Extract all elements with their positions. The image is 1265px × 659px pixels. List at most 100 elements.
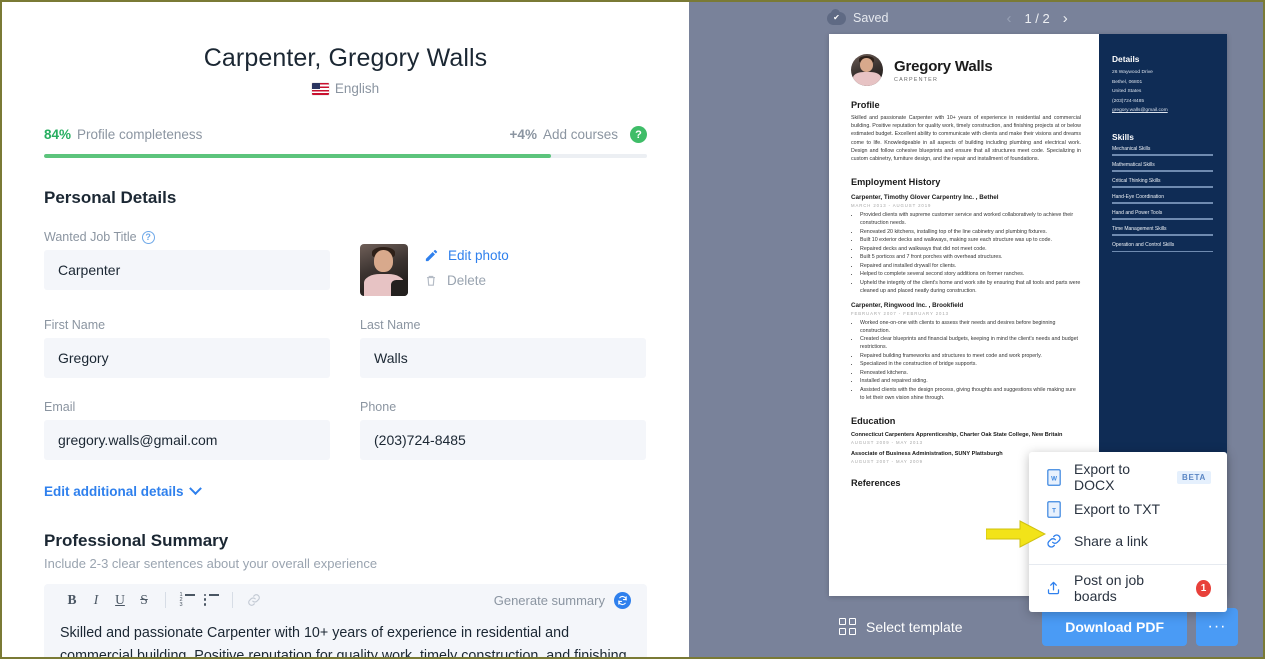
add-courses-link[interactable]: Add courses: [543, 127, 618, 142]
select-template-label: Select template: [866, 618, 963, 635]
menu-item-export-txt[interactable]: T Export to TXT: [1029, 493, 1227, 525]
refresh-icon[interactable]: [614, 591, 631, 609]
help-icon[interactable]: ?: [630, 126, 647, 143]
detail-line: (203)724-8485: [1112, 98, 1145, 104]
skill-item: Critical Thinking Skills: [1112, 178, 1213, 188]
delete-photo-button[interactable]: Delete: [424, 273, 509, 288]
education-entry: Connecticut Carpenters Apprenticeship, C…: [851, 432, 1081, 445]
skill-bar: [1112, 170, 1213, 172]
skill-name: Hand and Power Tools: [1112, 209, 1163, 216]
education-title: Connecticut Carpenters Apprenticeship, C…: [851, 431, 1063, 438]
notification-badge: 1: [1196, 579, 1211, 597]
resume-editor-panel: Carpenter, Gregory Walls English 84% Pro…: [2, 2, 689, 657]
annotation-arrow: [985, 520, 1047, 553]
insert-link-button[interactable]: [242, 588, 266, 612]
job-bullet: Assisted clients with the design process…: [860, 386, 1081, 402]
completeness-label: Profile completeness: [77, 127, 203, 142]
app-window: Carpenter, Gregory Walls English 84% Pro…: [0, 0, 1265, 659]
job-bullet: Built 10 exterior decks and walkways, ma…: [860, 236, 1081, 244]
us-flag-icon: [311, 82, 329, 95]
job-title-help-icon[interactable]: ?: [141, 230, 155, 244]
cloud-check-icon: ✔: [827, 8, 846, 25]
resume-role: CARPENTER: [894, 76, 939, 83]
personal-details-heading: Personal Details: [44, 188, 177, 207]
wanted-job-title-input[interactable]: Carpenter: [44, 250, 330, 290]
pencil-icon: [425, 249, 438, 262]
yellow-arrow-icon: [985, 520, 1047, 548]
edit-photo-button[interactable]: Edit photo: [424, 248, 509, 263]
job-bullet: Worked one-on-one with clients to assess…: [860, 319, 1081, 335]
skill-bar: [1112, 234, 1213, 237]
resume-body: Gregory Walls CARPENTER Profile Skilled …: [829, 34, 1099, 492]
job-bullet: Provided clients with supreme customer s…: [860, 211, 1081, 227]
menu-label: Export to TXT: [1074, 501, 1161, 517]
bullet-list-icon: [203, 593, 219, 606]
italic-button[interactable]: I: [84, 588, 108, 612]
bold-button[interactable]: B: [60, 588, 84, 612]
trash-icon: [426, 275, 436, 286]
job-bullet: Repaired decks and walkways that did not…: [860, 245, 1081, 253]
job-bullets: Worked one-on-one with clients to assess…: [851, 319, 1081, 402]
svg-text:T: T: [1052, 507, 1056, 514]
upload-icon: [1045, 580, 1062, 596]
next-page-button[interactable]: ›: [1063, 11, 1068, 26]
language-label: English: [334, 81, 380, 96]
phone-label: Phone: [360, 400, 397, 414]
more-options-button[interactable]: ···: [1196, 607, 1238, 646]
completeness-progress-fill: [44, 154, 551, 158]
skill-name: Critical Thinking Skills: [1112, 177, 1161, 184]
last-name-input[interactable]: Walls: [360, 338, 646, 378]
beta-badge: BETA: [1177, 470, 1211, 484]
skill-name: Mathematical Skills: [1112, 161, 1155, 168]
svg-text:W: W: [1051, 475, 1057, 482]
delete-photo-label: Delete: [447, 273, 487, 288]
education-dates: AUGUST 2009 - MAY 2013: [851, 439, 923, 445]
export-dropdown-menu: W Export to DOCX BETA T Export to TXT Sh…: [1029, 452, 1227, 612]
strikethrough-button[interactable]: S: [132, 588, 156, 612]
job-bullet: Upheld the integrity of the client's hom…: [860, 279, 1081, 295]
menu-item-share-link[interactable]: Share a link: [1029, 525, 1227, 557]
job-bullet: Repaired and installed drywall for clien…: [860, 262, 1081, 270]
resume-name: Gregory Walls: [894, 57, 993, 75]
email-field[interactable]: gregory.walls@gmail.com: [44, 420, 330, 460]
generate-summary-button[interactable]: Generate summary: [494, 593, 605, 608]
skill-item: Mechanical Skills: [1112, 146, 1213, 156]
job-bullet: Helped to complete several second story …: [860, 270, 1081, 278]
edit-additional-details-toggle[interactable]: Edit additional details: [44, 482, 202, 499]
menu-item-post-job-boards[interactable]: Post on job boards 1: [1029, 572, 1227, 604]
skill-name: Time Management Skills: [1112, 225, 1167, 232]
first-name-label: First Name: [44, 318, 106, 332]
completeness-progress-bar: [44, 154, 647, 158]
detail-email: gregory.walls@gmail.com: [1112, 108, 1168, 113]
profile-completeness-row: 84% Profile completeness +4% Add courses…: [44, 126, 647, 143]
wanted-job-title-text: Wanted Job Title: [44, 230, 137, 244]
first-name-input[interactable]: Gregory: [44, 338, 330, 378]
job-bullet: Repaired building frameworks and structu…: [860, 352, 1081, 360]
underline-button[interactable]: U: [108, 588, 132, 612]
job-title: Carpenter, Ringwood Inc. , Brookfield: [851, 301, 964, 309]
edit-photo-label: Edit photo: [448, 248, 509, 263]
skill-bar: [1112, 154, 1213, 156]
select-template-button[interactable]: Select template: [839, 618, 963, 635]
phone-field[interactable]: (203)724-8485: [360, 420, 646, 460]
summary-textarea[interactable]: Skilled and passionate Carpenter with 10…: [44, 616, 647, 657]
skill-item: Hand-Eye Coordination: [1112, 194, 1213, 204]
job-bullet: Specialized in the construction of bridg…: [860, 360, 1081, 368]
menu-label: Post on job boards: [1074, 572, 1145, 604]
txt-file-icon: T: [1045, 500, 1062, 518]
menu-item-export-docx[interactable]: W Export to DOCX BETA: [1029, 461, 1227, 493]
resume-header: Gregory Walls CARPENTER: [851, 54, 1081, 86]
page-title: Carpenter, Gregory Walls: [203, 44, 488, 72]
link-icon: [1045, 533, 1062, 549]
ordered-list-button[interactable]: 123: [175, 588, 199, 612]
detail-line: 26 Waywood Drive: [1112, 70, 1153, 75]
prev-page-button[interactable]: ‹: [1006, 11, 1011, 26]
resume-preview-panel: ✔ Saved ‹ 1 / 2 › Details 26 Waywood Dri…: [689, 2, 1263, 657]
menu-label: Share a link: [1074, 533, 1148, 549]
download-pdf-button[interactable]: Download PDF: [1042, 607, 1187, 646]
skill-bar: [1112, 218, 1213, 220]
job-bullet: Renovated 20 kitchens, installing top of…: [860, 228, 1081, 236]
skill-bar: [1112, 202, 1213, 204]
docx-file-icon: W: [1045, 468, 1062, 486]
bullet-list-button[interactable]: [199, 588, 223, 612]
